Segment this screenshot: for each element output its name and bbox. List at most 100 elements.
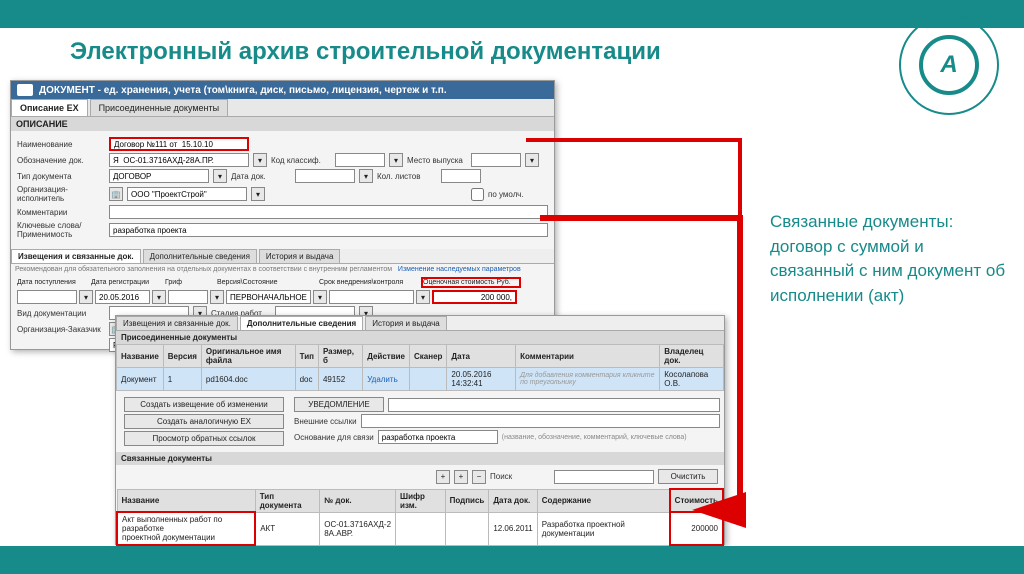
th-type[interactable]: Тип документа xyxy=(255,489,320,512)
checkbox-default[interactable] xyxy=(471,188,484,201)
cell-sign xyxy=(445,512,489,545)
input-date[interactable] xyxy=(295,169,355,183)
input-version[interactable] xyxy=(226,290,311,304)
subtab-extra[interactable]: Дополнительные сведения xyxy=(143,249,257,263)
th-orig[interactable]: Оригинальное имя файла xyxy=(201,345,295,368)
cell-num: ОС-01.3716АХД-2 8А.АВР. xyxy=(320,512,396,545)
lookup-icon[interactable]: ▾ xyxy=(525,153,539,167)
logo-ornament: A xyxy=(894,10,1004,120)
input-received[interactable] xyxy=(17,290,77,304)
btn-notify[interactable]: УВЕДОМЛЕНИЕ xyxy=(294,397,384,412)
th-name[interactable]: Название xyxy=(117,345,164,368)
org-icon[interactable]: 🏢 xyxy=(109,187,123,201)
dropdown-icon[interactable]: ▾ xyxy=(213,169,227,183)
label-keywords: Ключевые слова/ Применимость xyxy=(17,221,105,239)
titlebar: ДОКУМЕНТ - ед. хранения, учета (том\книг… xyxy=(11,81,554,99)
cell-scan xyxy=(410,368,447,391)
input-comments[interactable] xyxy=(109,205,548,219)
dropdown-icon[interactable]: ▾ xyxy=(210,290,224,304)
th-cost[interactable]: Стоимость xyxy=(670,489,723,512)
table-attached: Название Версия Оригинальное имя файла Т… xyxy=(116,344,724,391)
footer-bar xyxy=(0,546,1024,574)
th-sign[interactable]: Подпись xyxy=(445,489,489,512)
input-place[interactable] xyxy=(471,153,521,167)
th-date[interactable]: Дата док. xyxy=(489,489,537,512)
cell-action[interactable]: Удалить xyxy=(363,368,410,391)
th-size[interactable]: Размер, б xyxy=(318,345,362,368)
input-org[interactable] xyxy=(127,187,247,201)
th-type[interactable]: Тип xyxy=(295,345,318,368)
label-viddoc: Вид документации xyxy=(17,309,105,318)
subtab-history[interactable]: История и выдача xyxy=(365,316,447,330)
section-description: ОПИСАНИЕ xyxy=(11,117,554,131)
input-name[interactable] xyxy=(109,137,249,151)
btn-backlinks[interactable]: Просмотр обратных ссылок xyxy=(124,431,284,446)
calendar-icon[interactable]: ▾ xyxy=(416,290,430,304)
input-keywords[interactable] xyxy=(109,223,548,237)
btn-create-notice[interactable]: Создать извещение об изменении xyxy=(124,397,284,412)
subtab-linked[interactable]: Извещения и связанные док. xyxy=(11,249,141,263)
input-notify[interactable] xyxy=(388,398,720,412)
cell-name: Документ xyxy=(117,368,164,391)
input-extlinks[interactable] xyxy=(361,414,720,428)
th-name[interactable]: Название xyxy=(117,489,255,512)
dropdown-icon[interactable]: ▾ xyxy=(251,187,265,201)
input-classif[interactable] xyxy=(335,153,385,167)
input-code[interactable] xyxy=(109,153,249,167)
subtab-linked[interactable]: Извещения и связанные док. xyxy=(116,316,238,330)
tab-attached[interactable]: Присоединенные документы xyxy=(90,99,229,116)
calendar-icon[interactable]: ▾ xyxy=(152,290,166,304)
tab-description[interactable]: Описание ЕХ xyxy=(11,99,88,116)
add-icon[interactable]: + xyxy=(454,470,468,484)
dropdown-icon[interactable]: ▾ xyxy=(313,290,327,304)
table-row[interactable]: Документ 1 pd1604.doc doc 49152 Удалить … xyxy=(117,368,724,391)
label-extlinks: Внешние ссылки xyxy=(294,417,357,426)
input-grif[interactable] xyxy=(168,290,208,304)
hint-linkbasis: (название, обозначение, комментарий, клю… xyxy=(502,434,687,441)
th-action[interactable]: Действие xyxy=(363,345,410,368)
app-logo-icon xyxy=(17,84,33,96)
th-cipher[interactable]: Шифр изм. xyxy=(396,489,446,512)
col-cost: Оценочная стоимость Руб. xyxy=(421,277,521,288)
subtab-history[interactable]: История и выдача xyxy=(259,249,341,263)
input-cost[interactable] xyxy=(432,290,517,304)
label-linkbasis: Основание для связи xyxy=(294,433,374,442)
lookup-icon[interactable]: ▾ xyxy=(389,153,403,167)
remove-icon[interactable]: − xyxy=(472,470,486,484)
cell-date: 12.06.2011 xyxy=(489,512,537,545)
col-grif: Гриф xyxy=(165,279,215,286)
add-icon[interactable]: + xyxy=(436,470,450,484)
th-content[interactable]: Содержание xyxy=(537,489,669,512)
lookup-icon[interactable]: ▾ xyxy=(253,153,267,167)
window-linked-docs: Извещения и связанные док. Дополнительны… xyxy=(115,315,725,545)
btn-clear[interactable]: Очистить xyxy=(658,469,718,484)
titlebar-text: ДОКУМЕНТ - ед. хранения, учета (том\книг… xyxy=(39,85,447,96)
input-linkbasis[interactable] xyxy=(378,430,498,444)
col-deadline: Срок внедрения\контроля xyxy=(319,279,419,286)
cell-type: doc xyxy=(295,368,318,391)
input-search[interactable] xyxy=(554,470,654,484)
label-name: Наименование xyxy=(17,140,105,149)
table-linked: Название Тип документа № док. Шифр изм. … xyxy=(116,488,724,546)
table-row[interactable]: Акт выполненных работ по разработке прое… xyxy=(117,512,723,545)
input-registered[interactable] xyxy=(95,290,150,304)
th-num[interactable]: № док. xyxy=(320,489,396,512)
th-date[interactable]: Дата xyxy=(447,345,516,368)
subtab-extra[interactable]: Дополнительные сведения xyxy=(240,316,363,330)
calendar-icon[interactable]: ▾ xyxy=(359,169,373,183)
input-type[interactable] xyxy=(109,169,209,183)
input-deadline[interactable] xyxy=(329,290,414,304)
th-owner[interactable]: Владелец док. xyxy=(660,345,724,368)
label-date: Дата док. xyxy=(231,172,291,181)
th-comment[interactable]: Комментарии xyxy=(516,345,660,368)
calendar-icon[interactable]: ▾ xyxy=(79,290,93,304)
th-ver[interactable]: Версия xyxy=(163,345,201,368)
btn-create-similar[interactable]: Создать аналогичную ЕХ xyxy=(124,414,284,429)
page-title: Электронный архив строительной документа… xyxy=(0,28,1024,80)
label-org: Организация-исполнитель xyxy=(17,185,105,203)
cell-date: 20.05.2016 14:32:41 xyxy=(447,368,516,391)
label-classif: Код классиф. xyxy=(271,156,331,165)
link-inherit[interactable]: Изменение наследуемых параметров xyxy=(398,266,521,273)
th-scan[interactable]: Сканер xyxy=(410,345,447,368)
input-sheets[interactable] xyxy=(441,169,481,183)
